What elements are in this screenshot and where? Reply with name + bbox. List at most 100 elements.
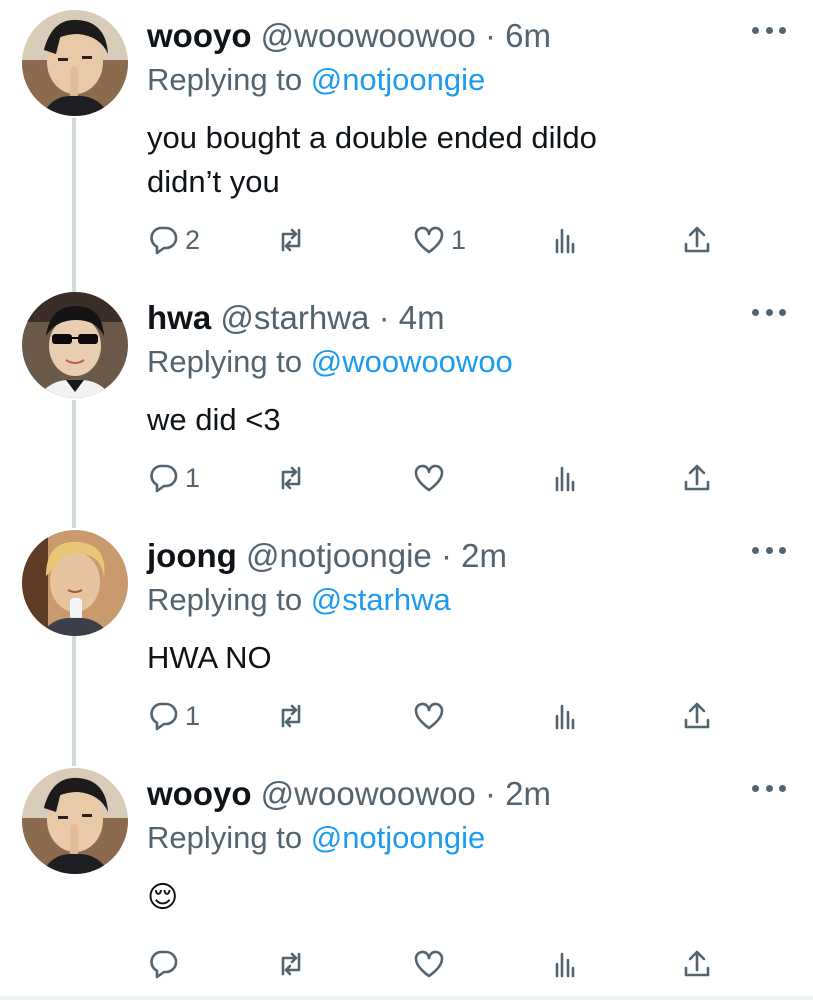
timestamp[interactable]: 4m <box>399 299 445 336</box>
retweet-button[interactable] <box>275 458 313 498</box>
bar-chart-icon <box>555 704 575 730</box>
tweet-text-line: didn’t you <box>147 164 280 199</box>
retweet-arrows-icon <box>281 466 301 490</box>
tweet-text: 😌 <box>147 876 178 920</box>
like-button[interactable] <box>413 458 451 498</box>
like-button[interactable] <box>413 696 451 736</box>
tweet-actions: 1 <box>147 696 727 736</box>
share-button[interactable] <box>681 696 713 736</box>
tweet-header: wooyo @woowoowoo · 2m <box>147 774 551 814</box>
avatar[interactable] <box>22 768 128 874</box>
bar-chart-icon <box>555 952 575 978</box>
reply-count: 1 <box>185 700 201 731</box>
share-upload-icon <box>684 950 710 977</box>
avatar-image <box>22 768 128 874</box>
more-options-button[interactable] <box>752 538 786 562</box>
replying-label: Replying to <box>147 62 311 97</box>
user-handle[interactable]: @woowoowoo <box>261 17 476 54</box>
views-button[interactable] <box>549 696 581 736</box>
reply-button[interactable]: 1 <box>147 696 200 736</box>
retweet-button[interactable] <box>275 944 313 984</box>
tweet-header: hwa @starhwa · 4m <box>147 298 445 338</box>
share-upload-icon <box>684 226 710 253</box>
share-button[interactable] <box>681 944 713 984</box>
like-button[interactable]: 1 <box>413 220 466 260</box>
tweet-text-line: HWA NO <box>147 640 272 675</box>
tweet-text: we did <3 <box>147 398 281 442</box>
more-options-button[interactable] <box>752 18 786 42</box>
reply-button[interactable] <box>147 944 185 984</box>
avatar[interactable] <box>22 10 128 116</box>
like-button[interactable] <box>413 944 451 984</box>
replying-to-link[interactable]: @notjoongie <box>311 62 486 97</box>
tweet-actions: 1 <box>147 458 727 498</box>
tweet-header: wooyo @woowoowoo · 6m <box>147 16 551 56</box>
tweet[interactable]: joong @notjoongie · 2m Replying to @star… <box>0 530 813 750</box>
replying-label: Replying to <box>147 582 311 617</box>
tweet-actions: 2 1 <box>147 220 727 260</box>
timestamp[interactable]: 2m <box>505 775 551 812</box>
avatar[interactable] <box>22 292 128 398</box>
more-options-button[interactable] <box>752 300 786 324</box>
user-handle[interactable]: @starhwa <box>220 299 369 336</box>
retweet-arrows-icon <box>281 228 301 252</box>
display-name[interactable]: joong <box>147 537 237 574</box>
reply-button[interactable]: 2 <box>147 220 200 260</box>
reply-button[interactable]: 1 <box>147 458 200 498</box>
emoji-relieved-face: 😌 <box>147 881 179 914</box>
speech-bubble-icon <box>150 702 178 731</box>
tweet[interactable]: wooyo @woowoowoo · 6m Replying to @notjo… <box>0 10 813 270</box>
tweet-text-line: you bought a double ended dildo <box>147 120 597 155</box>
heart-outline-icon <box>414 226 444 254</box>
heart-outline-icon <box>414 950 444 978</box>
bar-chart-icon <box>555 228 575 254</box>
share-button[interactable] <box>681 458 713 498</box>
bar-chart-icon <box>555 466 575 492</box>
replying-label: Replying to <box>147 344 311 379</box>
divider <box>0 996 813 1000</box>
more-options-button[interactable] <box>752 776 786 800</box>
replying-to-line: Replying to @notjoongie <box>147 60 485 100</box>
replying-to-link[interactable]: @starhwa <box>311 582 451 617</box>
speech-bubble-icon <box>150 226 178 255</box>
tweet-text: HWA NO <box>147 636 272 680</box>
heart-outline-icon <box>414 464 444 492</box>
replying-to-line: Replying to @notjoongie <box>147 818 485 858</box>
timestamp[interactable]: 6m <box>505 17 551 54</box>
replying-to-link[interactable]: @woowoowoo <box>311 344 513 379</box>
avatar-image <box>22 292 128 398</box>
timestamp[interactable]: 2m <box>461 537 507 574</box>
display-name[interactable]: wooyo <box>147 17 252 54</box>
reply-count: 1 <box>185 462 201 493</box>
replying-to-line: Replying to @starhwa <box>147 580 451 620</box>
views-button[interactable] <box>549 458 581 498</box>
display-name[interactable]: hwa <box>147 299 211 336</box>
tweet-text-line: we did <3 <box>147 402 281 437</box>
avatar[interactable] <box>22 530 128 636</box>
separator-dot: · <box>484 775 496 812</box>
three-dots-icon <box>752 784 759 792</box>
retweet-button[interactable] <box>275 220 313 260</box>
tweet-actions <box>147 944 727 984</box>
replying-label: Replying to <box>147 820 311 855</box>
user-handle[interactable]: @woowoowoo <box>261 775 476 812</box>
tweet[interactable]: wooyo @woowoowoo · 2m Replying to @notjo… <box>0 768 813 988</box>
three-dots-icon <box>752 308 759 316</box>
views-button[interactable] <box>549 220 581 260</box>
speech-bubble-icon <box>150 950 178 979</box>
speech-bubble-icon <box>150 464 178 493</box>
share-button[interactable] <box>681 220 713 260</box>
three-dots-icon <box>752 26 759 34</box>
user-handle[interactable]: @notjoongie <box>246 537 432 574</box>
display-name[interactable]: wooyo <box>147 775 252 812</box>
tweet-text: you bought a double ended dildo didn’t y… <box>147 116 597 204</box>
like-count: 1 <box>451 224 467 255</box>
replying-to-link[interactable]: @notjoongie <box>311 820 486 855</box>
retweet-button[interactable] <box>275 696 313 736</box>
views-button[interactable] <box>549 944 581 984</box>
tweet-header: joong @notjoongie · 2m <box>147 536 507 576</box>
share-upload-icon <box>684 702 710 729</box>
tweet[interactable]: hwa @starhwa · 4m Replying to @woowoowoo… <box>0 292 813 512</box>
reply-count: 2 <box>185 224 201 255</box>
heart-outline-icon <box>414 702 444 730</box>
